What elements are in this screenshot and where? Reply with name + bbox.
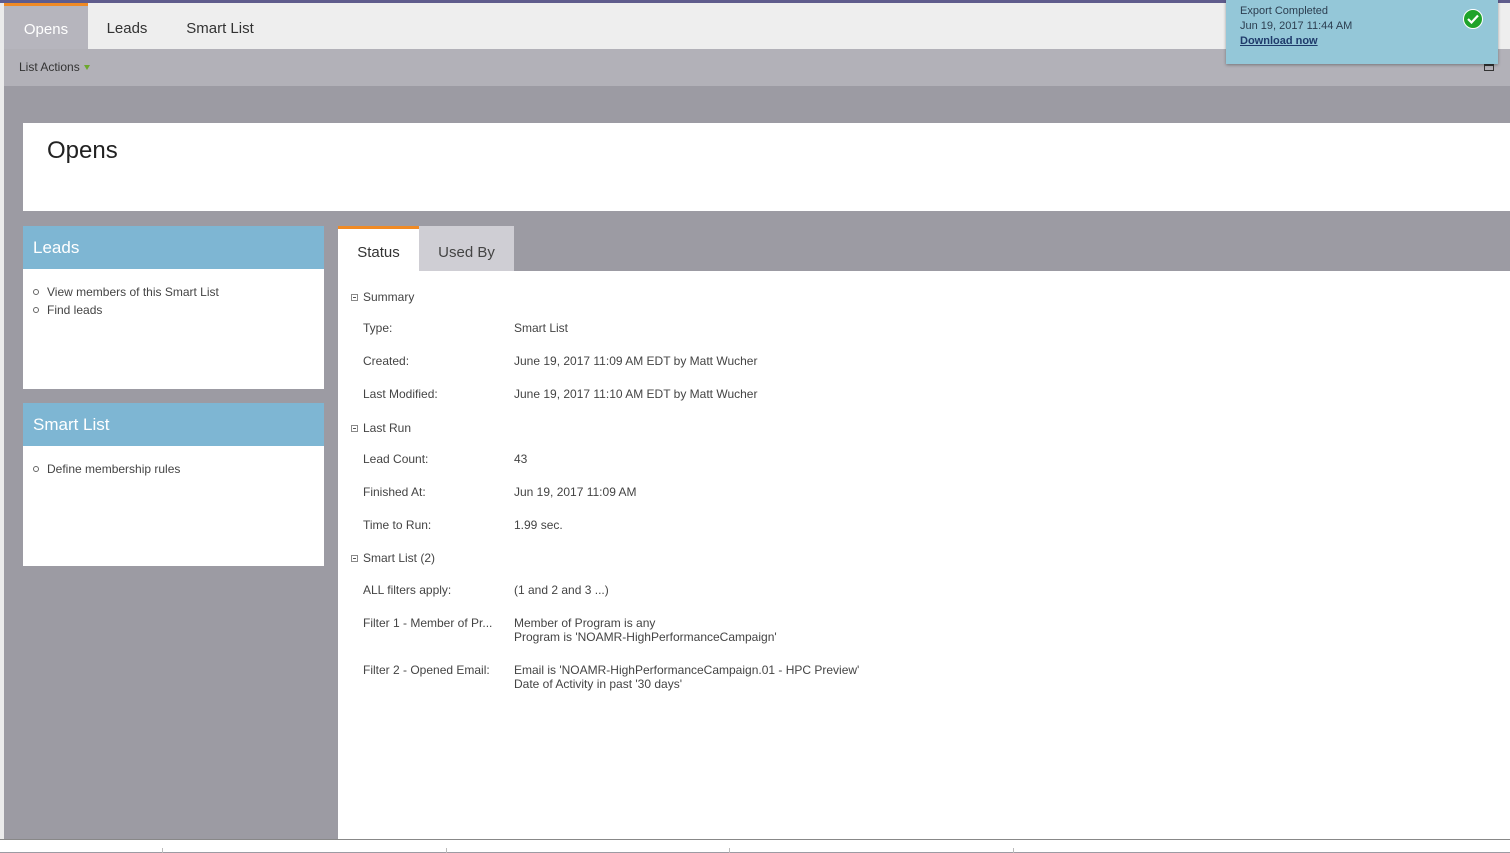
divider — [162, 848, 163, 853]
leads-panel-title: Leads — [23, 226, 324, 269]
tab-opens[interactable]: Opens — [4, 3, 88, 49]
smart-list-section-toggle[interactable]: Smart List (2) — [351, 551, 435, 565]
window-restore-icon[interactable] — [1484, 63, 1494, 71]
find-leads-link[interactable]: Find leads — [33, 301, 324, 319]
left-edge — [0, 3, 4, 839]
finished-at-value: Jun 19, 2017 11:09 AM — [514, 485, 637, 499]
check-circle-icon — [1463, 9, 1483, 29]
smartlist-panel-title: Smart List — [23, 403, 324, 446]
filter-2-label: Filter 2 - Opened Email: — [363, 663, 490, 677]
collapse-icon — [351, 294, 358, 301]
filter-2-value: Email is 'NOAMR-HighPerformanceCampaign.… — [514, 663, 860, 677]
smartlist-panel: Smart List Define membership rules — [23, 403, 324, 566]
list-actions-menu[interactable]: List Actions — [19, 60, 90, 74]
tab-leads[interactable]: Leads — [94, 3, 160, 49]
filter-2-value-line2: Date of Activity in past '30 days' — [514, 677, 682, 691]
caret-down-icon — [83, 65, 90, 71]
collapse-icon — [351, 425, 358, 432]
type-label: Type: — [363, 321, 393, 335]
divider — [446, 848, 447, 853]
created-value: June 19, 2017 11:09 AM EDT by Matt Wuche… — [514, 354, 758, 368]
divider — [729, 848, 730, 853]
bottom-strip — [0, 839, 1510, 853]
smart-list-heading: Smart List (2) — [363, 551, 436, 565]
last-modified-value: June 19, 2017 11:10 AM EDT by Matt Wuche… — [514, 387, 758, 401]
finished-at-label: Finished At: — [363, 485, 426, 499]
filter-1-label: Filter 1 - Member of Pr... — [363, 616, 493, 630]
type-value: Smart List — [514, 321, 569, 335]
time-to-run-label: Time to Run: — [363, 518, 432, 532]
divider — [1013, 848, 1014, 853]
leads-panel-list: View members of this Smart List Find lea… — [23, 283, 324, 319]
created-label: Created: — [363, 354, 410, 368]
last-modified-label: Last Modified: — [363, 387, 438, 401]
filter-1-value-line2: Program is 'NOAMR-HighPerformanceCampaig… — [514, 630, 777, 644]
toast-date: Jun 19, 2017 11:44 AM — [1240, 20, 1353, 32]
tab-status[interactable]: Status — [338, 226, 419, 271]
lead-count-value: 43 — [514, 452, 528, 466]
time-to-run-value: 1.99 sec. — [514, 518, 563, 532]
leads-panel: Leads View members of this Smart List Fi… — [23, 226, 324, 389]
status-panel: Status Used By Summary Type: Smart List … — [338, 226, 1510, 839]
all-filters-label: ALL filters apply: — [363, 583, 452, 597]
smartlist-panel-list: Define membership rules — [23, 460, 324, 478]
summary-section-toggle[interactable]: Summary — [351, 290, 414, 304]
list-actions-label: List Actions — [19, 60, 80, 74]
main-tab-bar: Status Used By — [338, 226, 1510, 271]
page-title: Opens — [47, 137, 118, 164]
tab-smart-list[interactable]: Smart List — [172, 3, 268, 49]
last-run-heading: Last Run — [363, 421, 412, 435]
toast-title: Export Completed — [1240, 5, 1329, 17]
filter-1-value: Member of Program is any — [514, 616, 656, 630]
lead-count-label: Lead Count: — [363, 452, 429, 466]
download-now-link[interactable]: Download now — [1240, 35, 1318, 47]
last-run-section-toggle[interactable]: Last Run — [351, 421, 411, 435]
summary-heading: Summary — [363, 290, 415, 304]
export-toast: Export Completed Jun 19, 2017 11:44 AM D… — [1226, 0, 1498, 64]
view-members-link[interactable]: View members of this Smart List — [33, 283, 324, 301]
tab-used-by[interactable]: Used By — [419, 226, 514, 271]
all-filters-value: (1 and 2 and 3 ...) — [514, 583, 609, 597]
collapse-icon — [351, 555, 358, 562]
title-panel: Opens — [23, 123, 1510, 211]
define-rules-link[interactable]: Define membership rules — [33, 460, 324, 478]
